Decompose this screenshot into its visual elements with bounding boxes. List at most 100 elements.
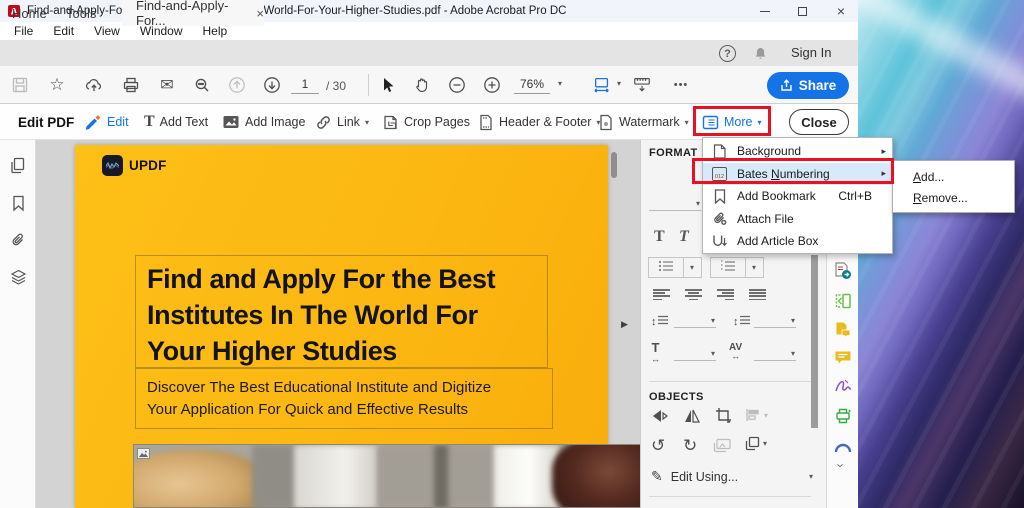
menu-edit[interactable]: Edit [43, 24, 84, 38]
ruler-tool-icon[interactable] [632, 75, 652, 95]
numbered-list-dropdown[interactable]: ▾ [710, 257, 764, 278]
font-family-caret-icon: ▾ [696, 199, 700, 208]
navigation-sidebar [0, 140, 36, 508]
font-family-dropdown[interactable]: ▾ [649, 195, 701, 211]
expand-panel-icon[interactable]: ▶ [621, 319, 628, 330]
rotate-cw-button[interactable]: ↻ [683, 436, 697, 456]
align-center-button[interactable] [685, 289, 702, 301]
add-label: Add... [913, 170, 944, 184]
heading-text-frame[interactable]: Find and Apply For the Best Institutes I… [135, 255, 548, 368]
paragraph-spacing-dropdown[interactable]: ▾ [754, 312, 796, 328]
submenu-item-add[interactable]: Add... [893, 166, 1014, 187]
menu-item-add-article-box[interactable]: Add Article Box [703, 230, 892, 253]
line-spacing-dropdown[interactable]: ▾ [674, 312, 716, 328]
fit-width-caret-icon[interactable]: ▾ [617, 79, 621, 88]
zoom-caret-icon[interactable]: ▾ [558, 79, 562, 88]
close-window-button[interactable]: × [826, 0, 856, 22]
page-number-input[interactable]: 1 [291, 77, 319, 94]
star-icon[interactable]: ☆ [47, 75, 67, 95]
create-pdf-icon[interactable] [834, 321, 852, 339]
sign-in-link[interactable]: Sign In [791, 45, 831, 60]
hand-tool-icon[interactable] [412, 75, 432, 95]
bold-button[interactable]: T [654, 228, 665, 246]
notification-bell-icon[interactable] [753, 46, 768, 66]
rotate-ccw-button[interactable]: ↺ [651, 436, 665, 456]
document-photo[interactable] [133, 444, 643, 508]
italic-button[interactable]: T [679, 228, 689, 246]
comment-icon[interactable] [834, 350, 852, 368]
maximize-button[interactable] [787, 0, 817, 22]
print-production-icon[interactable] [834, 407, 852, 425]
attach-file-label: Attach File [737, 212, 886, 226]
cloud-upload-icon[interactable] [84, 75, 104, 95]
format-section-title: FORMAT [649, 147, 698, 159]
more-tools-arch-icon[interactable] [834, 440, 852, 458]
arrange-objects-button[interactable]: ▾ [745, 436, 767, 451]
tab-close-icon[interactable]: × [256, 6, 264, 21]
zoom-level-value[interactable]: 76% [514, 77, 550, 94]
align-left-button[interactable] [653, 289, 670, 301]
share-label: Share [799, 78, 837, 93]
crop-object-button[interactable] [715, 407, 732, 429]
menu-item-bates-numbering[interactable]: 012 Bates Numbering ▸ [703, 163, 892, 186]
align-justify-button[interactable] [749, 289, 766, 301]
save-icon[interactable] [10, 75, 30, 95]
layers-panel-icon[interactable] [9, 268, 28, 287]
link-icon [315, 114, 332, 131]
tab-home[interactable]: Home [12, 0, 47, 26]
header-footer-button[interactable]: Header & Footer ▾ [478, 104, 600, 140]
crop-pages-button[interactable]: Crop Pages [382, 104, 470, 140]
toolbar-overflow-icon[interactable]: ••• [668, 75, 694, 95]
add-text-button[interactable]: T Add Text [144, 104, 208, 140]
horizontal-scale-dropdown[interactable]: ▾ [674, 345, 716, 361]
tab-tools[interactable]: Tools [66, 0, 96, 26]
paragraph-spacing-caret-icon: ▾ [791, 316, 795, 325]
share-button[interactable]: Share [767, 72, 849, 99]
page-thumbnails-icon[interactable] [9, 156, 28, 175]
photo-wall-column [252, 445, 300, 508]
menu-item-add-bookmark[interactable]: Add Bookmark Ctrl+B [703, 185, 892, 208]
menu-view[interactable]: View [84, 24, 130, 38]
edit-button-label: Edit [107, 115, 129, 129]
next-page-icon[interactable] [262, 75, 282, 95]
help-icon[interactable]: ? [719, 45, 736, 62]
organize-pages-icon[interactable] [834, 292, 852, 310]
submenu-item-remove[interactable]: Remove... [893, 187, 1014, 208]
select-tool-icon[interactable] [378, 75, 398, 95]
minimize-button[interactable] [750, 0, 780, 22]
menu-item-attach-file[interactable]: Attach File [703, 208, 892, 231]
character-spacing-dropdown[interactable]: ▾ [754, 345, 796, 361]
flip-horizontal-button[interactable] [683, 408, 701, 429]
tab-document[interactable]: Find-and-Apply-For... × [122, 0, 264, 26]
search-icon[interactable] [192, 75, 212, 95]
zoom-out-icon[interactable] [447, 75, 467, 95]
email-icon[interactable]: ✉ [157, 75, 177, 95]
edit-button[interactable]: Edit [84, 104, 129, 140]
panel-scrollbar[interactable] [811, 255, 818, 428]
flip-vertical-button[interactable] [651, 408, 669, 429]
fill-sign-icon[interactable] [834, 378, 852, 396]
bullet-list-caret-icon: ▾ [684, 263, 700, 272]
close-tool-button[interactable]: Close [789, 109, 849, 135]
more-button[interactable]: More ▾ [702, 104, 762, 140]
zoom-in-icon[interactable] [482, 75, 502, 95]
replace-image-button[interactable] [713, 438, 731, 458]
menu-item-background[interactable]: Background ▸ [703, 140, 892, 163]
attachments-panel-icon[interactable] [9, 231, 28, 250]
previous-page-icon[interactable] [227, 75, 247, 95]
edit-using-button[interactable]: ✎ Edit Using... ▾ [651, 468, 738, 485]
fit-width-icon[interactable] [592, 75, 612, 95]
export-pdf-icon[interactable] [834, 262, 852, 280]
watermark-button[interactable]: Watermark ▾ [598, 104, 689, 140]
align-objects-button[interactable]: ▾ [745, 408, 768, 422]
document-scrollbar[interactable] [611, 152, 617, 178]
align-right-button[interactable] [717, 289, 734, 301]
bookmarks-panel-icon[interactable] [9, 194, 28, 213]
menu-file[interactable]: File [4, 24, 43, 38]
tools-strip-chevron-down-icon[interactable]: › [834, 463, 849, 467]
print-icon[interactable] [121, 75, 141, 95]
link-button[interactable]: Link ▾ [315, 104, 369, 140]
bullet-list-dropdown[interactable]: ▾ [648, 257, 702, 278]
subtitle-text-frame[interactable]: Discover The Best Educational Institute … [135, 368, 553, 429]
add-image-button[interactable]: Add Image [222, 104, 305, 140]
